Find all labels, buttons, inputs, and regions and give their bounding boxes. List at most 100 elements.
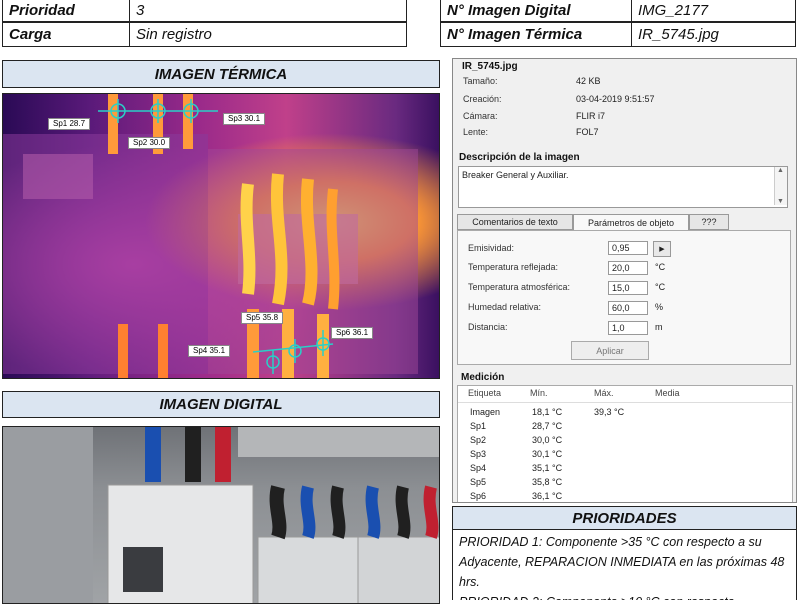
- table-row: Sp6 36,1 °C: [458, 491, 792, 502]
- row-tag: Sp6: [470, 491, 487, 501]
- col-max-header: Máx.: [594, 388, 614, 398]
- measurement-header-row: Etiqueta Mín. Máx. Media: [458, 388, 792, 403]
- priority-2-text: PRIORIDAD 2: Componente >10 °C con respe…: [459, 592, 790, 600]
- priorities-header: PRIORIDADES: [452, 506, 797, 530]
- col-min-header: Mín.: [530, 388, 548, 398]
- hot-cable: [240, 183, 256, 295]
- row-max: 39,3 °C: [594, 407, 625, 417]
- digital-image-label: N° Imagen Digital: [447, 1, 571, 19]
- distance-unit: m: [655, 322, 663, 332]
- blue-cable: [300, 485, 316, 539]
- row-min: 35,1 °C: [532, 463, 563, 473]
- distance-input[interactable]: 1,0: [608, 321, 648, 335]
- hot-cable: [326, 188, 340, 310]
- col-tag-header: Etiqueta: [468, 388, 502, 398]
- camera-label: Cámara:: [463, 111, 498, 121]
- spot-label-sp4: Sp4 35.1: [188, 345, 231, 357]
- row-tag: Sp2: [470, 435, 487, 445]
- table-row: Sp5 35,8 °C: [458, 477, 792, 491]
- red-cable: [423, 485, 439, 539]
- size-label: Tamaño:: [463, 76, 498, 86]
- hot-cable: [300, 178, 318, 306]
- spot-label-sp2: Sp2 30.0: [128, 137, 171, 149]
- size-value: 42 KB: [576, 76, 601, 86]
- priority-value-cell: 3: [129, 0, 407, 22]
- thermal-image-value: IR_5745.jpg: [638, 26, 719, 43]
- cabinet-block: [238, 214, 358, 284]
- measurement-title: Medición: [461, 372, 505, 383]
- breaker-aux: [357, 536, 439, 603]
- emissivity-input[interactable]: 0,95: [608, 241, 648, 255]
- digital-image-value: IMG_2177: [638, 1, 709, 19]
- cabinet-wall: [3, 427, 93, 603]
- created-value: 03-04-2019 9:51:57: [576, 94, 655, 104]
- scroll-up-icon[interactable]: ▲: [777, 167, 784, 174]
- atmospheric-temp-unit: °C: [655, 282, 666, 292]
- description-title: Descripción de la imagen: [459, 152, 580, 163]
- row-min: 35,8 °C: [532, 477, 563, 487]
- priority-value: 3: [136, 1, 145, 19]
- priorities-title: PRIORIDADES: [572, 509, 677, 527]
- spot-label-sp3: Sp3 30.1: [223, 113, 266, 125]
- priority-label: Prioridad: [9, 1, 75, 19]
- tab-unknown[interactable]: ???: [689, 214, 729, 230]
- humidity-label: Humedad relativa:: [468, 302, 542, 312]
- file-name: IR_5745.jpg: [462, 61, 518, 72]
- description-box[interactable]: Breaker General y Auxiliar. ▲ ▼: [458, 166, 788, 208]
- row-min: 30,1 °C: [532, 449, 563, 459]
- row-tag: Sp1: [470, 421, 487, 431]
- digital-photo: [2, 426, 440, 604]
- parameters-panel: Emisividad: 0,95 ▶ Temperatura reflejada…: [457, 230, 791, 365]
- apply-button[interactable]: Aplicar: [571, 341, 649, 360]
- atmospheric-temp-label: Temperatura atmosférica:: [468, 282, 571, 292]
- camera-value: FLIR i7: [576, 111, 606, 121]
- distance-label: Distancia:: [468, 322, 508, 332]
- thermal-image-header: IMAGEN TÉRMICA: [2, 60, 440, 88]
- breaker-aux: [257, 536, 359, 603]
- emissivity-picker-button[interactable]: ▶: [653, 241, 671, 257]
- humidity-unit: %: [655, 302, 664, 312]
- image-info-panel: IR_5745.jpg Tamaño: 42 KB Creación: 03-0…: [452, 58, 797, 503]
- load-label: Carga: [9, 26, 52, 43]
- load-label-cell: Carga: [2, 22, 130, 47]
- table-row: Sp3 30,1 °C: [458, 449, 792, 463]
- spot-label-sp6: Sp6 36.1: [331, 327, 374, 339]
- humidity-input[interactable]: 60,0: [608, 301, 648, 315]
- table-row: Sp2 30,0 °C: [458, 435, 792, 449]
- atmospheric-temp-input[interactable]: 15,0: [608, 281, 648, 295]
- digital-image-value-cell: IMG_2177: [631, 0, 796, 22]
- cabinet-block: [23, 154, 93, 199]
- row-tag: Sp3: [470, 449, 487, 459]
- hot-cable: [270, 173, 288, 306]
- spot-label-sp1: Sp1 28.7: [48, 118, 91, 130]
- load-value-cell: Sin registro: [129, 22, 407, 47]
- table-row: Sp1 28,7 °C: [458, 421, 792, 435]
- row-min: 28,7 °C: [532, 421, 563, 431]
- reflected-temp-input[interactable]: 20,0: [608, 261, 648, 275]
- thermal-image-label: N° Imagen Térmica: [447, 26, 583, 43]
- cabinet-rail: [238, 427, 439, 457]
- play-icon: ▶: [659, 246, 665, 253]
- spot-label-sp5: Sp5 35.8: [241, 312, 284, 324]
- black-cable: [395, 485, 411, 539]
- lens-label: Lente:: [463, 127, 489, 137]
- tab-bar: Comentarios de texto Parámetros de objet…: [457, 214, 791, 231]
- thermal-image-label-cell: N° Imagen Térmica: [440, 22, 632, 47]
- breaker-handle: [123, 547, 163, 592]
- scroll-down-icon[interactable]: ▼: [777, 198, 784, 205]
- black-cable: [330, 485, 346, 539]
- tab-object-parameters[interactable]: Parámetros de objeto: [573, 214, 689, 231]
- emissivity-label: Emisividad:: [468, 243, 515, 253]
- thermal-image-title: IMAGEN TÉRMICA: [154, 65, 288, 83]
- table-row: Sp4 35,1 °C: [458, 463, 792, 477]
- tab-text-comments[interactable]: Comentarios de texto: [457, 214, 573, 230]
- blue-cable: [365, 485, 381, 539]
- row-min: 36,1 °C: [532, 491, 563, 501]
- measurement-table: Etiqueta Mín. Máx. Media Imagen 18,1 °C …: [457, 385, 793, 502]
- row-min: 18,1 °C: [532, 407, 563, 417]
- created-label: Creación:: [463, 94, 502, 104]
- description-scrollbar[interactable]: ▲ ▼: [774, 167, 787, 205]
- lens-value: FOL7: [576, 127, 599, 137]
- thermal-image: Sp1 28.7 Sp2 30.0 Sp3 30.1 Sp4 35.1 Sp5 …: [2, 93, 440, 379]
- priority-label-cell: Prioridad: [2, 0, 130, 22]
